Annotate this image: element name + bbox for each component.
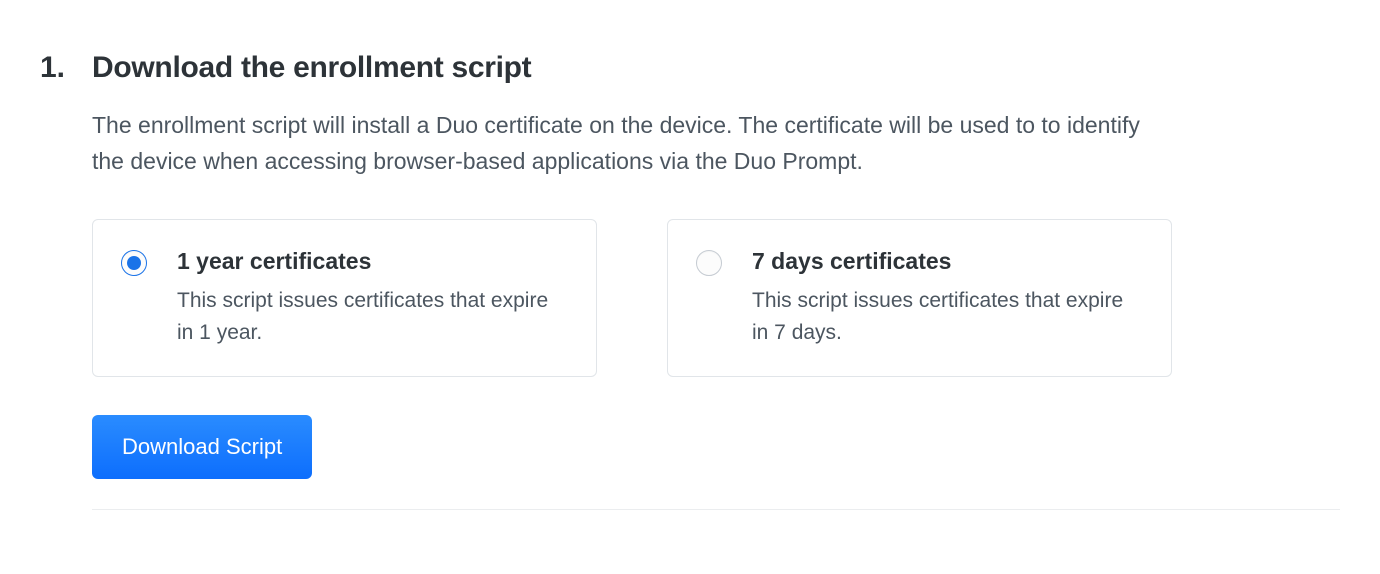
step-title: Download the enrollment script <box>92 50 1340 86</box>
step-number: 1. <box>40 50 74 86</box>
option-description: This script issues certificates that exp… <box>177 285 568 348</box>
option-text: 7 days certificates This script issues c… <box>752 248 1143 348</box>
step-description: The enrollment script will install a Duo… <box>92 108 1172 179</box>
option-title: 7 days certificates <box>752 248 1143 275</box>
option-title: 1 year certificates <box>177 248 568 275</box>
step-content: Download the enrollment script The enrol… <box>92 50 1340 510</box>
download-script-button[interactable]: Download Script <box>92 415 312 479</box>
radio-selected-dot <box>127 256 141 270</box>
option-text: 1 year certificates This script issues c… <box>177 248 568 348</box>
option-1-year[interactable]: 1 year certificates This script issues c… <box>92 219 597 377</box>
section-divider <box>92 509 1340 510</box>
option-description: This script issues certificates that exp… <box>752 285 1143 348</box>
certificate-options: 1 year certificates This script issues c… <box>92 219 1340 377</box>
radio-icon <box>696 250 722 276</box>
step-container: 1. Download the enrollment script The en… <box>40 50 1340 510</box>
radio-icon <box>121 250 147 276</box>
option-7-days[interactable]: 7 days certificates This script issues c… <box>667 219 1172 377</box>
